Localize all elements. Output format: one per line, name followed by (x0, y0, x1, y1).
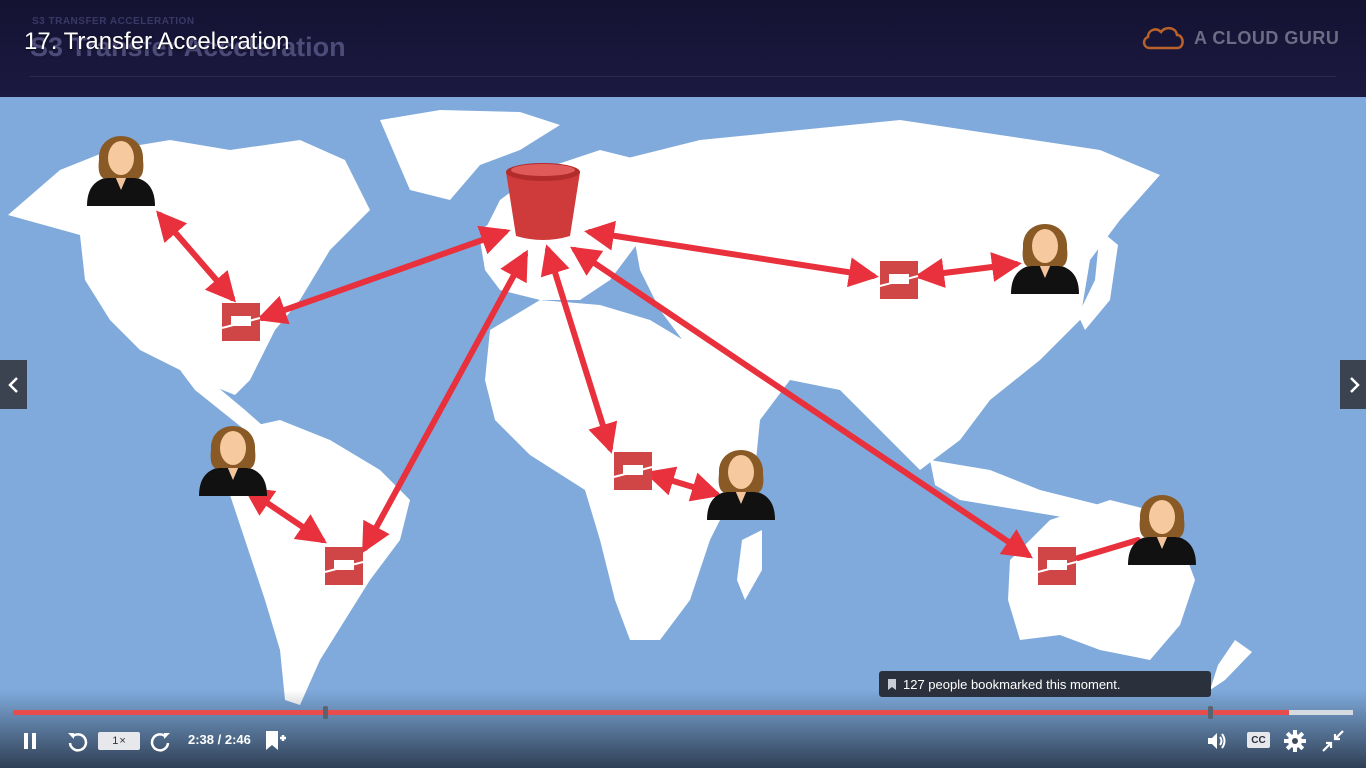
edge-location-icon (324, 546, 364, 586)
captions-button[interactable]: CC (1247, 732, 1270, 748)
bookmark-marker[interactable] (1208, 706, 1213, 719)
slide-kicker: S3 TRANSFER ACCELERATION (32, 16, 195, 27)
chevron-right-icon (1349, 376, 1360, 393)
playback-speed-button[interactable]: 1 × (98, 732, 140, 750)
progress-bar-fill (13, 710, 1289, 715)
edge-location-icon (613, 451, 653, 491)
s3-bucket-icon (506, 163, 580, 240)
brand-logo: A CLOUD GURU (1140, 24, 1339, 52)
video-title: 17. Transfer Acceleration (24, 28, 290, 55)
playback-speed-value: 1 (112, 735, 119, 747)
world-map (8, 110, 1252, 705)
volume-button[interactable] (1204, 728, 1230, 754)
forward-button[interactable] (148, 729, 174, 753)
time-separator: / (214, 732, 225, 747)
madagascar (737, 530, 762, 600)
next-lecture-button[interactable] (1340, 360, 1366, 409)
pause-button[interactable] (18, 730, 42, 752)
new-zealand (1210, 640, 1252, 690)
time-total: 2:46 (224, 732, 251, 747)
rewind-icon (68, 733, 88, 752)
rewind-button[interactable] (64, 729, 90, 753)
brand-name: A CLOUD GURU (1194, 27, 1340, 48)
exit-fullscreen-button[interactable] (1320, 728, 1346, 754)
volume-icon (1208, 733, 1226, 749)
continents (8, 110, 1252, 705)
settings-icon (1284, 730, 1306, 752)
chevron-left-icon (7, 376, 18, 393)
indonesia (930, 460, 1100, 520)
video-stage[interactable]: S3 TRANSFER ACCELERATION S3 Transfer Acc… (0, 0, 1366, 768)
settings-button[interactable] (1282, 728, 1308, 754)
bookmark-icon (888, 678, 896, 690)
edge-location-icon (1037, 546, 1077, 586)
time-display: 2:38 / 2:46 (188, 732, 251, 747)
exit-fullscreen-icon (1322, 730, 1344, 752)
slide-header: S3 TRANSFER ACCELERATION S3 Transfer Acc… (0, 0, 1366, 97)
bookmark-marker[interactable] (323, 706, 328, 719)
pause-icon (24, 733, 36, 749)
bookmark-tooltip: 127 people bookmarked this moment. (879, 671, 1211, 697)
add-bookmark-button[interactable] (262, 728, 288, 754)
edge-location-icon (879, 260, 919, 300)
player-controls-bar (0, 690, 1366, 768)
cloud-logo-icon (1142, 26, 1184, 50)
previous-lecture-button[interactable] (0, 360, 27, 409)
time-current: 2:38 (188, 732, 215, 747)
bookmark-add-icon (266, 731, 286, 750)
forward-icon (150, 733, 170, 752)
progress-bar[interactable] (13, 706, 1353, 719)
playback-speed-unit: × (119, 735, 126, 747)
north-america (8, 140, 370, 395)
bookmark-tooltip-text: 127 people bookmarked this moment. (903, 676, 1121, 692)
header-divider (30, 76, 1336, 77)
edge-location-icon (221, 302, 261, 342)
